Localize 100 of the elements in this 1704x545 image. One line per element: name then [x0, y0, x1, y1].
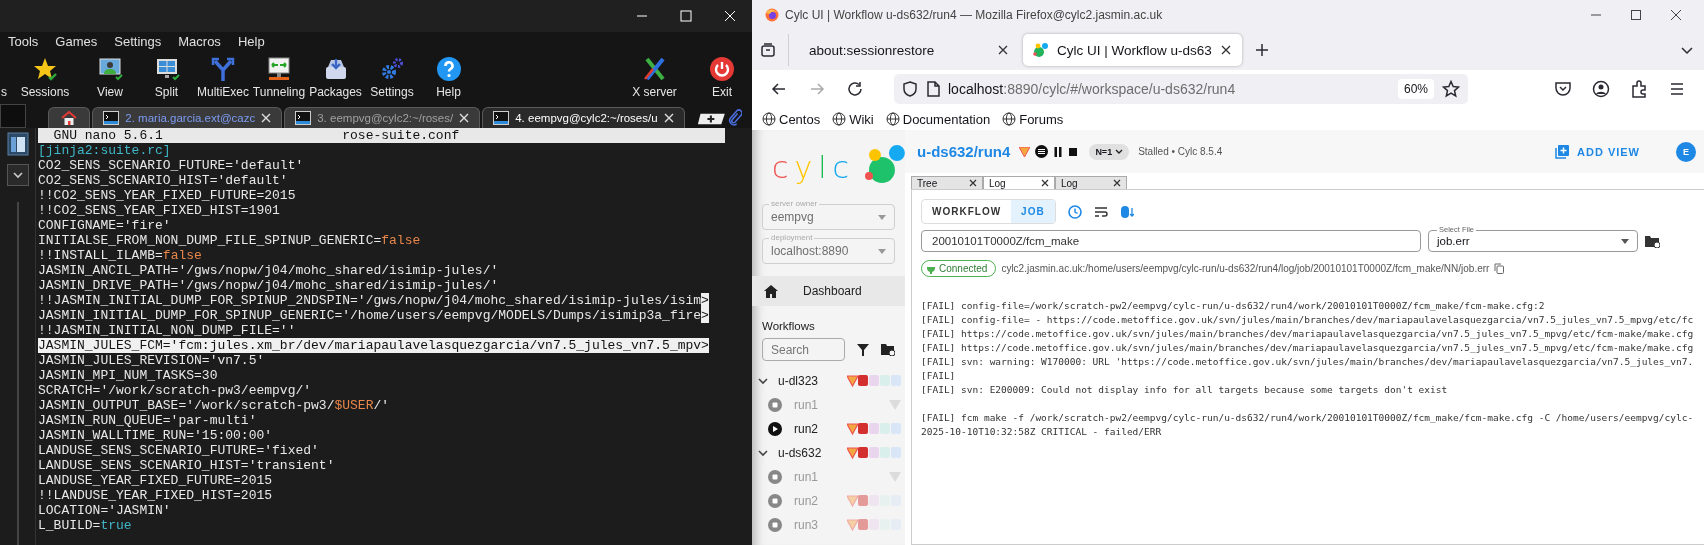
- menu-icon[interactable]: [1035, 145, 1049, 158]
- home-tab[interactable]: [48, 107, 91, 128]
- paperclip-icon[interactable]: [728, 108, 742, 126]
- monitor-user-icon: [97, 56, 123, 82]
- code-line: !!CO2_SENS_YEAR_FIXED_FUTURE=2015: [38, 188, 296, 203]
- log-line: 2025-10-10T10:32:58Z CRITICAL - failed/ERR: [921, 425, 1162, 439]
- browser-tab[interactable]: Cylc UI | Workflow u-ds63: [1023, 34, 1242, 66]
- tab-list-icon[interactable]: [760, 42, 776, 58]
- zoom-level[interactable]: 60%: [1397, 79, 1434, 99]
- window-title: Cylc UI | Workflow u-ds632/run4 — Mozilla Firefox@cylc2.jasmin.ac.uk: [785, 8, 1163, 22]
- code-line: LANDUSE_SENS_SCENARIO_FUTURE='fixed': [38, 443, 319, 458]
- menu-item[interactable]: Help: [237, 34, 265, 49]
- nav-item[interactable]: Dashboard: [752, 276, 905, 306]
- page-icon[interactable]: [926, 81, 940, 97]
- menu-icon[interactable]: [1668, 80, 1686, 98]
- close-icon[interactable]: [1113, 179, 1121, 187]
- toolbar-button[interactable]: Sessions: [8, 56, 82, 99]
- bookmark-link[interactable]: Wiki: [832, 111, 874, 127]
- toolbar-button[interactable]: Split: [138, 56, 195, 99]
- toolbar-button[interactable]: Exit: [692, 56, 752, 99]
- mouse-scroll-icon[interactable]: [1119, 204, 1134, 219]
- code-line: JASMIN_WALLTIME_RUN='15:00:00': [38, 428, 273, 443]
- search-field[interactable]: Search: [762, 338, 845, 361]
- site-icon: [1033, 42, 1049, 58]
- stop-icon[interactable]: [1068, 146, 1079, 157]
- window-icon[interactable]: [6, 132, 29, 156]
- workflow-name[interactable]: u-ds632: [778, 446, 837, 460]
- reload-icon[interactable]: [846, 80, 864, 98]
- browser-tab[interactable]: about:sessionrestore: [788, 34, 1019, 66]
- globe-icon: [885, 112, 900, 126]
- toolbar-button[interactable]: Tunneling: [251, 56, 307, 99]
- extensions-icon[interactable]: [1630, 80, 1648, 98]
- log-line: [FAIL] fcm make -f /work/scratch-pw2/eempvg/cylc-run/u-ds632/run4/work/20010101T0000Z/fcm_make/fcm-make.cfg -C /home/users/eempvg/cylc-: [921, 411, 1694, 425]
- toolbar-button[interactable]: Packages: [307, 56, 364, 99]
- chevron-down-icon[interactable]: [6, 164, 29, 186]
- menu-item[interactable]: Macros: [178, 34, 221, 49]
- close-icon[interactable]: [969, 179, 977, 187]
- toolbar-button[interactable]: View: [82, 56, 138, 99]
- toggle-button[interactable]: WORKFLOW: [922, 200, 1012, 223]
- toolbar-button[interactable]: X server: [617, 56, 692, 99]
- help-icon: [435, 56, 462, 82]
- workflow-title: u-ds632/run4: [917, 143, 1011, 160]
- code-line: CO2_SENS_SCENARIO_FUTURE='default': [38, 158, 304, 173]
- pause-icon[interactable]: [1053, 146, 1064, 157]
- account-icon[interactable]: [1592, 80, 1610, 98]
- close-icon[interactable]: [1041, 179, 1049, 187]
- section-title: Workflows: [761, 319, 816, 334]
- session-tab[interactable]: 2. maria.garcia.ext@cazc: [92, 107, 283, 128]
- toolbar-button[interactable]: MultiExec: [195, 56, 251, 99]
- toolbar-button[interactable]: Help: [420, 56, 477, 99]
- close-icon[interactable]: [1219, 44, 1232, 56]
- new-tab-icon[interactable]: [696, 112, 727, 126]
- code-line: LANDUSE_SENS_SCENARIO_HIST='transient': [38, 458, 335, 473]
- menu-item[interactable]: Tools: [8, 34, 39, 49]
- log-line: [FAIL] config-file=/work/scratch-pw2/eempvg/cylc-run/u-ds632/run4/work/20010101T0000Z/fcm_make/fcm-make.cfg:2: [921, 299, 1545, 313]
- session-tab[interactable]: 4. eempvg@cylc2:~/roses/u: [482, 107, 685, 128]
- menu-item[interactable]: Settings: [114, 34, 162, 49]
- clock-icon[interactable]: [1067, 204, 1082, 219]
- maximize-icon[interactable]: [1630, 9, 1642, 21]
- filter-icon[interactable]: [857, 343, 869, 356]
- bookmark-link[interactable]: Documentation: [885, 111, 991, 127]
- caret-icon: [878, 248, 886, 254]
- wrap-icon[interactable]: [1093, 205, 1108, 218]
- star-icon: [32, 56, 58, 82]
- folder-refresh-icon[interactable]: [881, 343, 895, 356]
- editor-title-bar: GNU nano 5.6.1 rose-suite.conf: [38, 128, 725, 143]
- workflow-name[interactable]: run2: [794, 422, 835, 436]
- pocket-icon[interactable]: [1554, 80, 1572, 98]
- status-text: Stalled • Cylc 8.5.4: [1138, 146, 1223, 157]
- globe-icon: [1002, 112, 1017, 126]
- view-tab[interactable]: Log: [983, 176, 1055, 189]
- bookmark-link[interactable]: Centos: [762, 111, 821, 127]
- close-icon[interactable]: [997, 44, 1009, 56]
- address-bar[interactable]: localhost:8890/cylc/#/workspace/u-ds632/run4 60%: [894, 74, 1468, 104]
- folder-refresh-icon[interactable]: [1645, 234, 1660, 248]
- file-path: cylc2.jasmin.ac.uk:/home/users/eempvg/cylc-run/u-ds632/run4/log/job/20010101T0000Z/fcm_make/NN/job.err: [1001, 263, 1490, 274]
- parallelism-chip[interactable]: N=1: [1089, 143, 1130, 160]
- toolbar-button[interactable]: s: [0, 85, 8, 99]
- toolbar-button[interactable]: Settings: [364, 56, 420, 99]
- menu-item[interactable]: Games: [55, 34, 98, 49]
- close-icon[interactable]: [1670, 9, 1682, 21]
- chevron-down-icon[interactable]: [758, 376, 768, 386]
- code-line: !!LANDUSE_YEAR_FIXED_HIST=2015: [38, 488, 273, 503]
- task-field[interactable]: 20010101T0000Z/fcm_make: [921, 230, 1421, 252]
- copy-icon[interactable]: [1494, 263, 1505, 274]
- shield-icon[interactable]: [902, 81, 918, 97]
- home-icon: [61, 110, 78, 126]
- globe-icon: [832, 112, 847, 126]
- avatar[interactable]: E: [1676, 141, 1696, 162]
- code-line: L_BUILD=true: [38, 518, 132, 533]
- chevron-down-icon[interactable]: [758, 448, 768, 458]
- text-field[interactable]: [0, 104, 27, 128]
- workflow-name[interactable]: u-dl323: [778, 374, 837, 388]
- code-line: JASMIN_MPI_NUM_TASKS=30: [38, 368, 218, 383]
- session-tab[interactable]: 3. eempvg@cylc2:~/roses/: [284, 107, 481, 128]
- bookmark-link[interactable]: Forums: [1002, 111, 1064, 127]
- star-icon[interactable]: [1442, 80, 1460, 98]
- view-tab[interactable]: Tree: [911, 176, 983, 189]
- network-monitor-icon: [266, 56, 292, 82]
- view-tab[interactable]: Log: [1055, 176, 1127, 189]
